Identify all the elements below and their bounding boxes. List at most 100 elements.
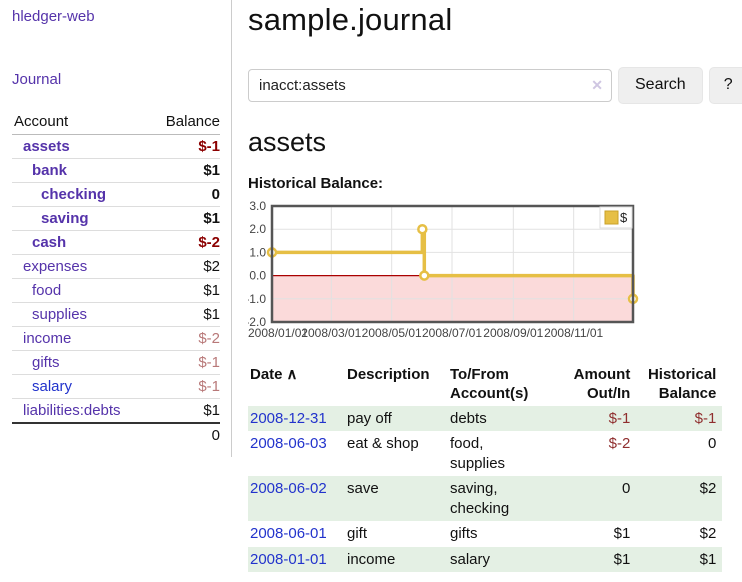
account-balance: $-1: [151, 375, 220, 399]
accounts-total-row: 0: [12, 423, 220, 447]
transaction-date-link[interactable]: 2008-01-01: [250, 551, 327, 568]
transaction-date-link[interactable]: 2008-06-02: [250, 480, 327, 497]
column-header-balance: Historical Balance: [636, 363, 722, 406]
transaction-balance: $2: [636, 521, 722, 547]
svg-text:2008/07/01: 2008/07/01: [422, 326, 482, 340]
page: hledger-web Journal Account Balance asse…: [0, 0, 742, 572]
accounts-header-row: Account Balance: [12, 109, 220, 135]
account-balance: $-2: [151, 327, 220, 351]
svg-text:0.0: 0.0: [249, 268, 266, 282]
account-link-cash[interactable]: cash: [32, 234, 66, 251]
account-link-income[interactable]: income: [23, 330, 71, 347]
transaction-amount: $1: [564, 547, 636, 573]
transaction-date-link[interactable]: 2008-12-31: [250, 410, 327, 427]
column-header-accounts: To/From Account(s): [448, 363, 564, 406]
account-link-food[interactable]: food: [32, 282, 61, 299]
chart-title: Historical Balance:: [248, 175, 742, 192]
transaction-balance: $-1: [636, 406, 722, 432]
sort-asc-icon: ∧: [287, 366, 298, 383]
account-balance: $-2: [151, 231, 220, 255]
balance-chart: $3.02.01.00.0-1.0-2.02008/01/012008/03/0…: [248, 200, 742, 346]
column-header-date[interactable]: Date∧: [248, 363, 345, 406]
transaction-date-link[interactable]: 2008-06-03: [250, 435, 327, 452]
account-row: food$1: [12, 279, 220, 303]
account-balance: $-1: [151, 351, 220, 375]
svg-text:2.0: 2.0: [249, 222, 266, 236]
account-heading: assets: [248, 127, 742, 158]
help-button[interactable]: ?: [709, 67, 742, 104]
transaction-row: 2008-06-01 giftgifts$1$2: [248, 521, 722, 547]
accounts-body: assets$-1bank$1checking0saving$1cash$-2e…: [12, 135, 220, 424]
transaction-amount: $-1: [564, 406, 636, 432]
transaction-accounts: salary: [448, 547, 564, 573]
account-link-gifts[interactable]: gifts: [32, 354, 60, 371]
transaction-amount: $1: [564, 521, 636, 547]
transaction-description: eat & shop: [345, 431, 448, 476]
svg-text:-1.0: -1.0: [248, 291, 266, 305]
svg-text:2008/05/01: 2008/05/01: [362, 326, 422, 340]
page-title: sample.journal: [248, 2, 742, 38]
transaction-accounts: debts: [448, 406, 564, 432]
transaction-row: 2008-06-03eat & shopfood, supplies$-20: [248, 431, 722, 476]
svg-text:3.0: 3.0: [249, 200, 266, 213]
accounts-header-account: Account: [12, 109, 151, 135]
account-balance: $1: [151, 399, 220, 424]
brand-link[interactable]: hledger-web: [12, 8, 221, 25]
register-header-row: Date∧ Description To/From Account(s) Amo…: [248, 363, 722, 406]
account-balance: $2: [151, 255, 220, 279]
account-row: saving $1: [12, 207, 220, 231]
account-row: expenses $2: [12, 255, 220, 279]
account-link-assets[interactable]: assets: [23, 138, 70, 155]
transaction-description: income: [345, 547, 448, 573]
account-row: income $-2: [12, 327, 220, 351]
transaction-balance: $1: [636, 547, 722, 573]
account-row: liabilities:debts $1: [12, 399, 220, 424]
accounts-total-balance: 0: [151, 423, 220, 447]
column-header-description: Description: [345, 363, 448, 406]
transaction-description: save: [345, 476, 448, 521]
account-row: bank$1: [12, 159, 220, 183]
account-balance: $-1: [151, 135, 220, 159]
svg-text:1.0: 1.0: [249, 245, 266, 259]
account-row: supplies $1: [12, 303, 220, 327]
svg-text:2008/11/01: 2008/11/01: [544, 326, 603, 340]
transaction-date-link[interactable]: 2008-06-01: [250, 525, 327, 542]
account-row: salary $-1: [12, 375, 220, 399]
account-link-supplies[interactable]: supplies: [32, 306, 87, 323]
account-link-expenses[interactable]: expenses: [23, 258, 87, 275]
account-row: assets $-1: [12, 135, 220, 159]
transaction-accounts: saving, checking: [448, 476, 564, 521]
spacer: [12, 423, 151, 447]
transaction-accounts: gifts: [448, 521, 564, 547]
transaction-balance: $2: [636, 476, 722, 521]
transaction-row: 2008-06-02 savesaving, checking0$2: [248, 476, 722, 521]
transaction-row: 2008-12-31pay offdebts$-1$-1: [248, 406, 722, 432]
account-balance: $1: [151, 207, 220, 231]
account-link-bank[interactable]: bank: [32, 162, 67, 179]
account-link-salary[interactable]: salary: [32, 378, 72, 395]
account-link-saving[interactable]: saving: [41, 210, 89, 227]
search-input[interactable]: [248, 69, 612, 102]
search-form: ✕ Search ?: [248, 67, 742, 104]
sidebar: hledger-web Journal Account Balance asse…: [0, 0, 232, 457]
account-row: cash $-2: [12, 231, 220, 255]
accounts-header-balance: Balance: [151, 109, 220, 135]
search-button[interactable]: Search: [618, 67, 703, 104]
svg-text:2008/09/01: 2008/09/01: [483, 326, 543, 340]
clear-search-icon[interactable]: ✕: [591, 76, 603, 94]
transaction-description: gift: [345, 521, 448, 547]
sidebar-item-journal[interactable]: Journal: [12, 71, 221, 88]
transaction-row: 2008-01-01incomesalary$1$1: [248, 547, 722, 573]
search-box: ✕: [248, 69, 612, 102]
transaction-description: pay off: [345, 406, 448, 432]
column-header-amount: Amount Out/In: [564, 363, 636, 406]
svg-text:2008/01/01: 2008/01/01: [248, 326, 308, 340]
svg-text:2008/03/01: 2008/03/01: [301, 326, 361, 340]
account-link-checking[interactable]: checking: [41, 186, 106, 203]
account-link-liabilities-debts[interactable]: liabilities:debts: [23, 402, 121, 419]
account-balance: $1: [151, 303, 220, 327]
transaction-amount: 0: [564, 476, 636, 521]
main-content: sample.journal ✕ Search ? assets Histori…: [232, 0, 742, 572]
account-row: gifts $-1: [12, 351, 220, 375]
account-row: checking0: [12, 183, 220, 207]
